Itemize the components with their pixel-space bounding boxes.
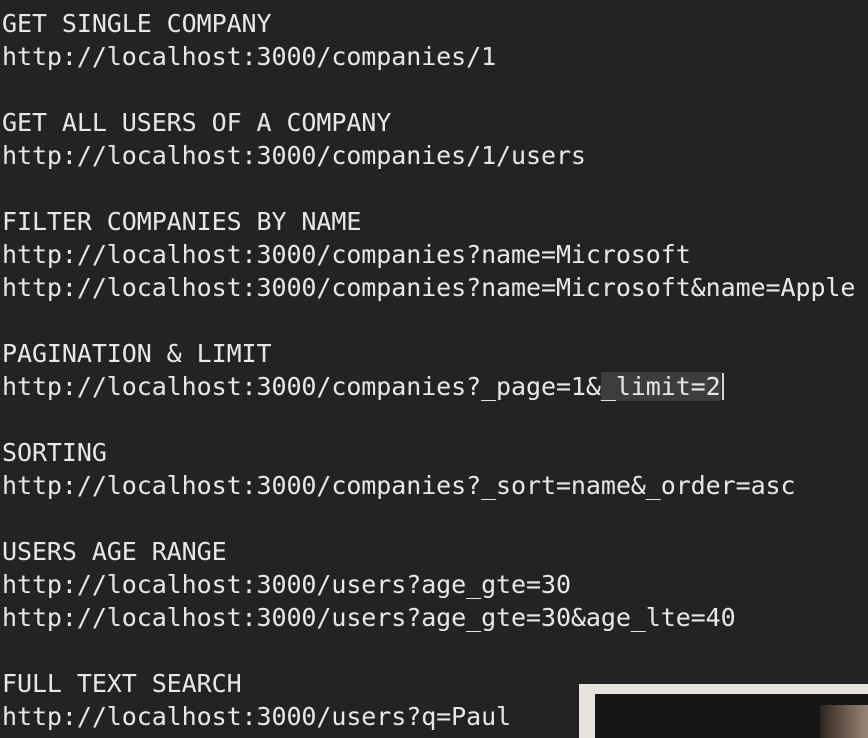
url-line[interactable]: http://localhost:3000/users?q=Paul [2,700,511,733]
url-line-with-selection[interactable]: http://localhost:3000/companies?_page=1&… [2,370,724,403]
url-line[interactable]: http://localhost:3000/companies?name=Mic… [2,271,855,304]
url-prefix: http://localhost:3000/companies?_page=1& [2,372,601,401]
url-line[interactable]: http://localhost:3000/companies?_sort=na… [2,469,796,502]
section-heading: USERS AGE RANGE [2,537,227,566]
section-heading: GET ALL USERS OF A COMPANY [2,108,392,137]
text-editor[interactable]: GET SINGLE COMPANY http://localhost:3000… [0,0,868,738]
section-heading: FILTER COMPANIES BY NAME [2,207,362,236]
url-line[interactable]: http://localhost:3000/companies/1/users [2,139,586,172]
section-heading: PAGINATION & LIMIT [2,339,272,368]
section-heading: FULL TEXT SEARCH [2,669,242,698]
webcam-overlay [579,684,868,738]
webcam-background-object [820,705,868,738]
section-heading: GET SINGLE COMPANY [2,9,272,38]
section-heading: SORTING [2,438,107,467]
url-line[interactable]: http://localhost:3000/users?age_gte=30&a… [2,601,736,634]
url-line[interactable]: http://localhost:3000/users?age_gte=30 [2,568,571,601]
selected-text[interactable]: _limit=2 [600,372,721,401]
text-cursor [721,373,724,400]
url-line[interactable]: http://localhost:3000/companies/1 [2,40,496,73]
url-line[interactable]: http://localhost:3000/companies?name=Mic… [2,238,691,271]
